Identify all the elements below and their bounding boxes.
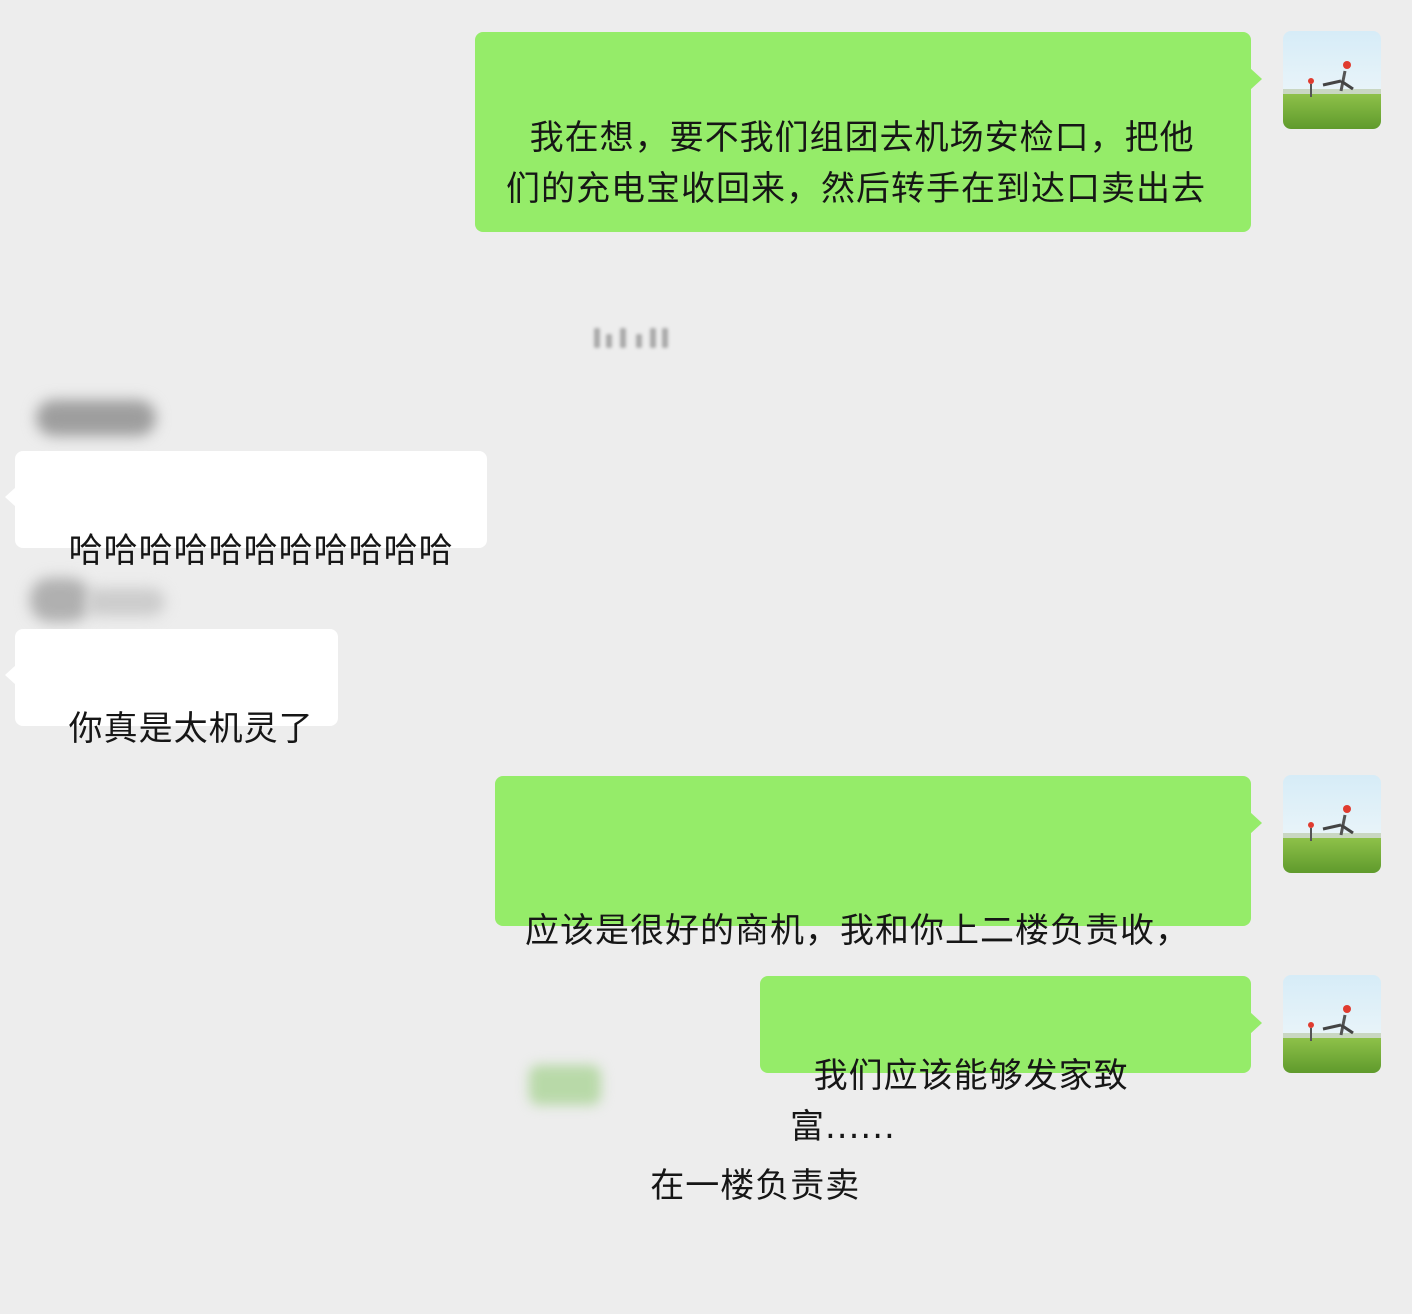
sender-name — [36, 400, 156, 436]
avatar-landscape-icon — [1283, 31, 1381, 129]
avatar-landscape-icon — [1283, 975, 1381, 1073]
message-bubble-outgoing[interactable]: 我们应该能够发家致富...... — [760, 976, 1262, 1147]
message-bubble-outgoing[interactable]: 我在想，要不我们组团去机场安检口，把他们的充电宝收回来，然后转手在到达口卖出去 — [475, 32, 1262, 232]
sender-name — [30, 578, 90, 622]
avatar[interactable] — [1283, 775, 1381, 873]
message-text: 你真是太机灵了 — [68, 709, 314, 749]
message-text: 我在想，要不我们组团去机场安检口，把他们的充电宝收回来，然后转手在到达口卖出去 — [506, 118, 1206, 209]
avatar[interactable] — [1283, 31, 1381, 129]
message-text-line: 应该是很好的商机，我和你上二楼负责收， — [525, 911, 1190, 951]
timestamp — [590, 318, 674, 358]
avatar[interactable] — [1283, 975, 1381, 1073]
sender-name-extra — [85, 588, 165, 616]
message-bubble-incoming[interactable]: 哈哈哈哈哈哈哈哈哈哈哈 — [5, 451, 487, 571]
redacted-name — [529, 1065, 601, 1105]
message-text: 哈哈哈哈哈哈哈哈哈哈哈 — [68, 531, 454, 571]
message-bubble-outgoing[interactable]: 应该是很好的商机，我和你上二楼负责收， 在一楼负责卖 — [495, 776, 1262, 1206]
message-bubble-incoming[interactable]: 你真是太机灵了 — [5, 629, 338, 749]
avatar-landscape-icon — [1283, 775, 1381, 873]
